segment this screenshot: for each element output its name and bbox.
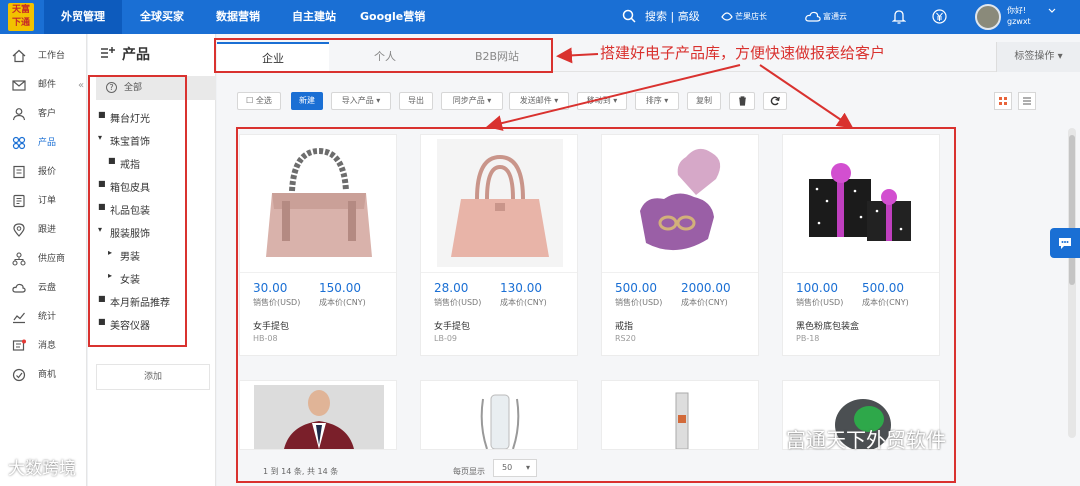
- watermark-left: 大数跨境: [8, 459, 76, 479]
- add-category-button[interactable]: 添加: [96, 364, 210, 390]
- trash-icon: [738, 96, 746, 106]
- annotation-box-categories: [88, 75, 187, 347]
- chart-icon: [13, 312, 25, 324]
- greeting-text: 你好!: [1007, 6, 1027, 15]
- move-to-button[interactable]: 移动到 ▾: [577, 92, 627, 110]
- chat-icon: [1059, 238, 1071, 249]
- products-icon: [12, 136, 26, 150]
- nav-foreign-trade[interactable]: 外贸管理: [44, 0, 122, 34]
- nav-cloud-drive[interactable]: 云盘: [0, 274, 86, 302]
- message-icon: [12, 339, 26, 351]
- chevron-down-icon[interactable]: [1048, 8, 1056, 14]
- nav-google-marketing[interactable]: Google营销: [360, 0, 425, 34]
- left-nav: « 工作台 邮件 客户 产品 报价 订单 跟进 供应商 云盘 统计 消息 商机: [0, 34, 87, 486]
- annotation-box-tabs: [214, 38, 553, 73]
- copy-button[interactable]: 复制: [687, 92, 721, 110]
- import-products-button[interactable]: 导入产品 ▾: [331, 92, 391, 110]
- nav-quotes[interactable]: 报价: [0, 158, 86, 186]
- users-icon: [12, 108, 26, 121]
- grid-view-toggle[interactable]: [994, 92, 1012, 110]
- top-bar: 天富下通 外贸管理 全球买家 数据营销 自主建站 Google营销 搜索 | 高…: [0, 0, 1080, 34]
- cloud-icon: [805, 11, 821, 22]
- bell-icon[interactable]: [892, 9, 906, 24]
- nav-customers[interactable]: 客户: [0, 100, 86, 128]
- nav-follow-up[interactable]: 跟进: [0, 216, 86, 244]
- cloud-drive-icon: [12, 283, 26, 293]
- nav-self-site[interactable]: 自主建站: [292, 0, 336, 34]
- export-button[interactable]: 导出: [399, 92, 433, 110]
- delete-button[interactable]: [729, 92, 755, 110]
- refresh-button[interactable]: [763, 92, 787, 110]
- chat-button[interactable]: [1050, 228, 1080, 258]
- add-category-icon[interactable]: [100, 46, 116, 60]
- futong-cloud-link[interactable]: 富通云: [823, 0, 847, 34]
- search-advanced[interactable]: 搜索 | 高级: [645, 0, 700, 34]
- app-logo[interactable]: 天富下通: [8, 3, 34, 31]
- avatar[interactable]: [975, 4, 1001, 30]
- nav-suppliers[interactable]: 供应商: [0, 245, 86, 273]
- opportunity-icon: [12, 368, 26, 382]
- tag-operations-dropdown[interactable]: 标签操作 ▾: [996, 42, 1080, 72]
- list-view-toggle[interactable]: [1018, 92, 1036, 110]
- sync-products-button[interactable]: 同步产品 ▾: [441, 92, 503, 110]
- mango-icon: [721, 12, 733, 21]
- grid-icon: [999, 97, 1007, 105]
- currency-icon[interactable]: [932, 9, 947, 24]
- username-text: gzwxt: [1007, 17, 1031, 26]
- nav-statistics[interactable]: 统计: [0, 303, 86, 331]
- nav-products[interactable]: 产品: [0, 129, 86, 157]
- send-mail-button[interactable]: 发送邮件 ▾: [509, 92, 569, 110]
- nav-opportunities[interactable]: 商机: [0, 361, 86, 389]
- nav-messages[interactable]: 消息: [0, 332, 86, 360]
- scrollbar-thumb[interactable]: [1069, 135, 1075, 285]
- home-icon: [12, 49, 26, 63]
- location-icon: [13, 223, 25, 237]
- nav-data-marketing[interactable]: 数据营销: [216, 0, 260, 34]
- toolbar: ☐ 全选 新建 导入产品 ▾ 导出 同步产品 ▾ 发送邮件 ▾ 移动到 ▾ 排序…: [217, 84, 1080, 116]
- sort-button[interactable]: 排序 ▾: [635, 92, 679, 110]
- nav-orders[interactable]: 订单: [0, 187, 86, 215]
- mail-icon: [12, 80, 26, 91]
- nav-mail[interactable]: 邮件: [0, 71, 86, 99]
- order-icon: [13, 194, 25, 208]
- category-title: 产品: [122, 47, 150, 63]
- nav-global-buyers[interactable]: 全球买家: [140, 0, 184, 34]
- search-icon[interactable]: [622, 9, 636, 23]
- refresh-icon: [770, 96, 780, 106]
- annotation-caption: 搭建好电子产品库，方便快速做报表给客户: [600, 44, 886, 62]
- quote-icon: [13, 165, 25, 179]
- nav-workbench[interactable]: 工作台: [0, 42, 86, 70]
- watermark-right: 富通天下外贸软件: [786, 428, 946, 452]
- mango-store-link[interactable]: 芒果店长: [735, 0, 767, 34]
- list-icon: [1023, 97, 1031, 105]
- supplier-icon: [12, 252, 26, 266]
- new-button[interactable]: 新建: [291, 92, 323, 110]
- select-all-checkbox[interactable]: ☐ 全选: [237, 92, 281, 110]
